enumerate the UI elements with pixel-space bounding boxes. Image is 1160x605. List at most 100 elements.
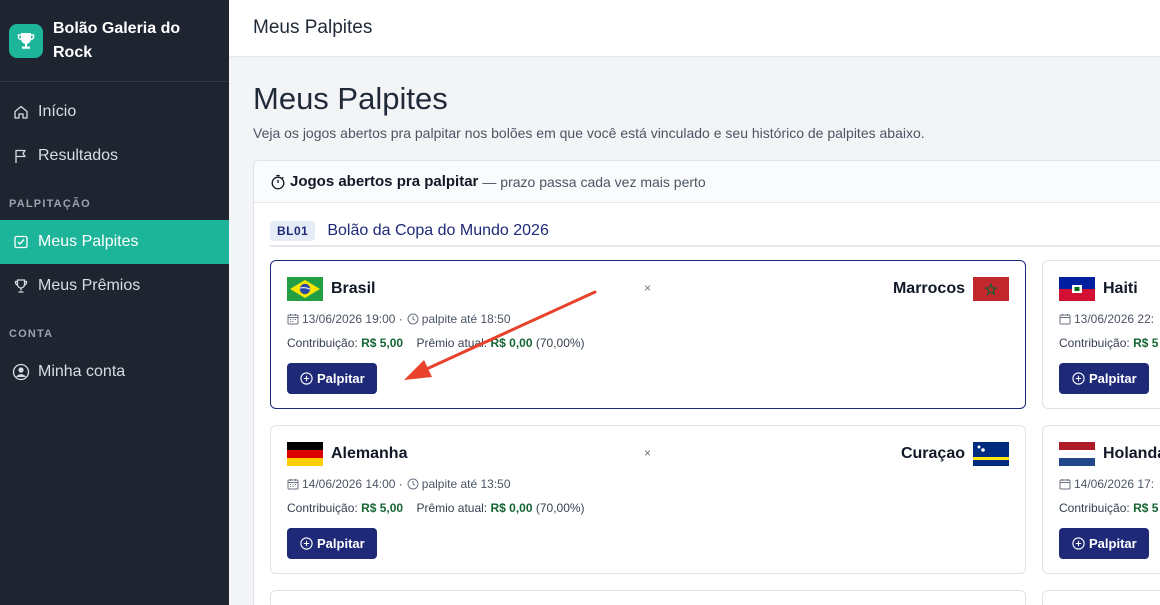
sidebar-item-label: Início <box>38 103 77 120</box>
home-team: Brasil <box>287 277 375 301</box>
home-team-name: Brasil <box>331 280 376 297</box>
bolao-code-badge: BL01 <box>270 221 316 241</box>
palpitar-button[interactable]: Palpitar <box>287 528 377 559</box>
palpitar-button-label: Palpitar <box>317 536 365 551</box>
flag-icon <box>12 147 30 165</box>
sidebar-item-label: Minha conta <box>38 363 126 380</box>
germany-flag-icon <box>287 442 323 466</box>
game-date: 14/06/2026 14:00 · <box>302 477 403 491</box>
open-games-panel: Jogos abertos pra palpitar — prazo passa… <box>253 160 1160 605</box>
topbar: Meus Palpites <box>229 0 1160 57</box>
game-money-info: Contribuição: R$ 5 <box>1059 501 1158 515</box>
topbar-title: Meus Palpites <box>253 17 373 38</box>
game-deadline: palpite até 18:50 <box>421 312 511 326</box>
bolao-name[interactable]: Bolão da Copa do Mundo 2026 <box>327 222 549 240</box>
calendar-icon <box>1059 478 1071 490</box>
versus-separator: × <box>644 446 652 460</box>
contribution-value: R$ 5,00 <box>361 336 404 350</box>
calendar-icon <box>287 313 299 325</box>
contribution-value: R$ 5,00 <box>361 501 404 515</box>
netherlands-flag-icon <box>1059 442 1095 466</box>
clock-icon <box>407 478 419 490</box>
game-date: 13/06/2026 22: <box>1074 312 1155 326</box>
palpitar-button[interactable]: Palpitar <box>1059 528 1149 559</box>
brazil-flag-icon <box>287 277 323 301</box>
sidebar-item-resultados[interactable]: Resultados <box>0 134 229 178</box>
home-team: Holanda <box>1059 442 1160 466</box>
home-team-name: Alemanha <box>331 445 408 462</box>
away-team: Marrocos <box>893 277 1009 301</box>
section-palpitacao: PALPITAÇÃO <box>9 198 91 210</box>
home-icon <box>12 103 30 121</box>
prize-label: Prêmio atual: <box>416 501 488 515</box>
contribution-label: Contribuição: <box>1059 336 1130 350</box>
game-deadline: palpite até 13:50 <box>421 477 511 491</box>
game-card: Holanda 14/06/2026 17: Contribuição: R$ … <box>1042 425 1160 574</box>
sidebar-item-meus-premios[interactable]: Meus Prêmios <box>0 264 229 308</box>
calendar-icon <box>1059 313 1071 325</box>
calendar-icon <box>287 478 299 490</box>
sidebar-nav: Início Resultados PALPITAÇÃO Meus Palpit… <box>0 82 229 394</box>
panel-subtitle: — prazo passa cada vez mais perto <box>482 173 706 190</box>
user-circle-icon <box>12 363 30 381</box>
brand[interactable]: Bolão Galeria do Rock <box>0 0 229 82</box>
game-money-info: Contribuição: R$ 5,00 Prêmio atual: R$ 0… <box>287 501 585 515</box>
prize-percent: (70,00%) <box>535 501 585 515</box>
main-content: Meus Palpites Veja os jogos abertos pra … <box>229 57 1160 605</box>
plus-circle-icon <box>1072 537 1085 550</box>
game-money-info: Contribuição: R$ 5,00 Prêmio atual: R$ 0… <box>287 336 585 350</box>
game-datetime: 13/06/2026 22: <box>1059 312 1154 326</box>
app-title: Bolão Galeria do Rock <box>53 19 181 61</box>
game-datetime: 14/06/2026 14:00 · palpite até 13:50 <box>287 477 511 491</box>
contribution-label: Contribuição: <box>287 501 358 515</box>
palpitar-button[interactable]: Palpitar <box>287 363 377 394</box>
page-title: Meus Palpites <box>253 81 448 116</box>
home-team-name: Holanda <box>1103 445 1160 462</box>
clock-icon <box>407 313 419 325</box>
prize-value: R$ 0,00 <box>490 501 533 515</box>
bolao-header: BL01 Bolão da Copa do Mundo 2026 <box>270 217 1160 247</box>
trophy-icon <box>9 23 43 58</box>
prize-label: Prêmio atual: <box>416 336 488 350</box>
trophy-icon <box>12 277 30 295</box>
plus-circle-icon <box>300 537 313 550</box>
sidebar-item-label: Meus Palpites <box>38 233 139 250</box>
game-date: 13/06/2026 19:00 · <box>302 312 403 326</box>
game-datetime: 14/06/2026 17: <box>1059 477 1154 491</box>
contribution-value: R$ 5 <box>1133 336 1159 350</box>
sidebar-item-label: Resultados <box>38 147 119 164</box>
home-team: Haiti <box>1059 277 1138 301</box>
contribution-label: Contribuição: <box>1059 501 1130 515</box>
game-card: Brasil × Marrocos 13/06/2026 19:00 · pal… <box>270 260 1026 409</box>
contribution-label: Contribuição: <box>287 336 358 350</box>
palpitar-button-label: Palpitar <box>1089 536 1137 551</box>
game-card: Haiti 13/06/2026 22: Contribuição: R$ 5 … <box>1042 260 1160 409</box>
stopwatch-icon <box>270 174 286 190</box>
game-card <box>1042 590 1160 605</box>
home-team: Alemanha <box>287 442 407 466</box>
game-money-info: Contribuição: R$ 5 <box>1059 336 1158 350</box>
game-card <box>270 590 1026 605</box>
plus-circle-icon <box>1072 372 1085 385</box>
away-team: Curaçao <box>901 442 1009 466</box>
sidebar-item-meus-palpites[interactable]: Meus Palpites <box>0 220 229 264</box>
sidebar: Bolão Galeria do Rock Início Resultados … <box>0 0 229 605</box>
check-square-icon <box>12 233 30 251</box>
away-team-name: Marrocos <box>892 280 965 297</box>
panel-header: Jogos abertos pra palpitar — prazo passa… <box>254 161 1160 203</box>
palpitar-button-label: Palpitar <box>317 371 365 386</box>
section-conta: CONTA <box>9 328 54 340</box>
palpitar-button-label: Palpitar <box>1089 371 1137 386</box>
sidebar-item-minha-conta[interactable]: Minha conta <box>0 350 229 394</box>
versus-separator: × <box>644 281 652 295</box>
home-team-name: Haiti <box>1103 280 1138 297</box>
prize-percent: (70,00%) <box>535 336 585 350</box>
sidebar-item-inicio[interactable]: Início <box>0 90 229 134</box>
morocco-flag-icon <box>973 277 1009 301</box>
plus-circle-icon <box>300 372 313 385</box>
contribution-value: R$ 5 <box>1133 501 1159 515</box>
game-date: 14/06/2026 17: <box>1074 477 1155 491</box>
palpitar-button[interactable]: Palpitar <box>1059 363 1149 394</box>
curacao-flag-icon <box>973 442 1009 466</box>
sidebar-item-label: Meus Prêmios <box>38 277 141 294</box>
